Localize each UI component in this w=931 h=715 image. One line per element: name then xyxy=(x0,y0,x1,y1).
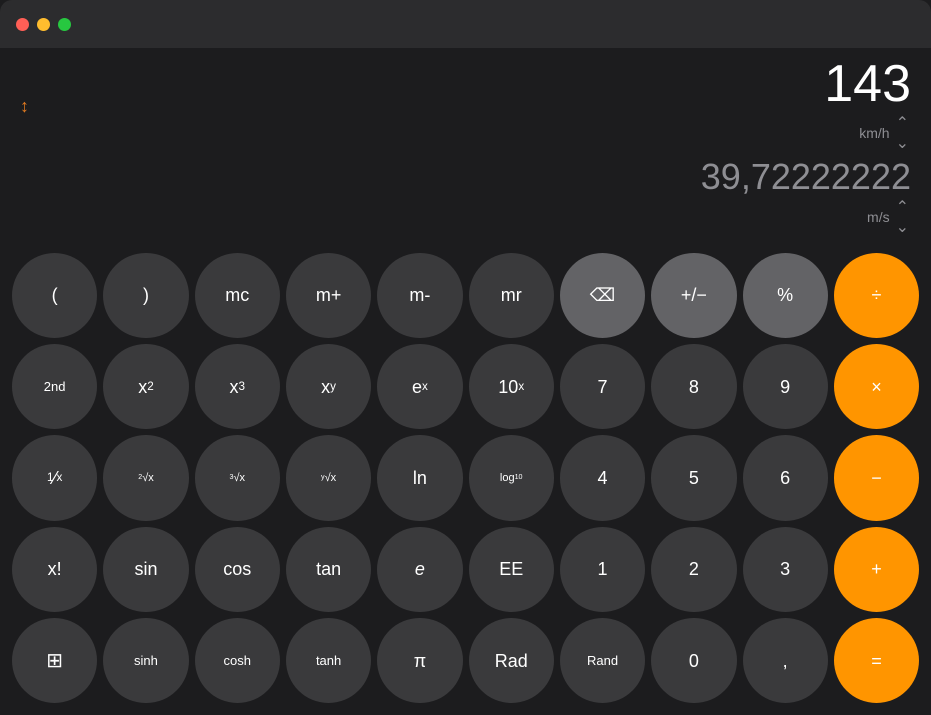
decimal-button[interactable]: , xyxy=(743,618,828,703)
open-paren-button[interactable]: ( xyxy=(12,253,97,338)
exp-e-button[interactable]: ex xyxy=(377,344,462,429)
maximize-button[interactable] xyxy=(58,18,71,31)
memory-subtract-button[interactable]: m- xyxy=(377,253,462,338)
primary-unit-stepper[interactable]: ⌃⌄ xyxy=(894,113,911,153)
log10-button[interactable]: log10 xyxy=(469,435,554,520)
square-button[interactable]: x2 xyxy=(103,344,188,429)
yroot-button[interactable]: y√x xyxy=(286,435,371,520)
exp-10-button[interactable]: 10x xyxy=(469,344,554,429)
minimize-button[interactable] xyxy=(37,18,50,31)
three-button[interactable]: 3 xyxy=(743,527,828,612)
multiply-button[interactable]: × xyxy=(834,344,919,429)
nine-button[interactable]: 9 xyxy=(743,344,828,429)
five-button[interactable]: 5 xyxy=(651,435,736,520)
converter-button[interactable]: ⊞ xyxy=(12,618,97,703)
memory-add-button[interactable]: m+ xyxy=(286,253,371,338)
sort-icon[interactable]: ↕ xyxy=(20,96,29,117)
tan-button[interactable]: tan xyxy=(286,527,371,612)
second-func-button[interactable]: 2nd xyxy=(12,344,97,429)
euler-button[interactable]: e xyxy=(377,527,462,612)
memory-recall-button[interactable]: mr xyxy=(469,253,554,338)
close-paren-button[interactable]: ) xyxy=(103,253,188,338)
secondary-value: 39,72222222 xyxy=(20,157,911,197)
factorial-button[interactable]: x! xyxy=(12,527,97,612)
primary-unit-label: km/h xyxy=(859,125,889,141)
reciprocal-button[interactable]: 1⁄x xyxy=(12,435,97,520)
two-button[interactable]: 2 xyxy=(651,527,736,612)
ee-button[interactable]: EE xyxy=(469,527,554,612)
ln-button[interactable]: ln xyxy=(377,435,462,520)
power-button[interactable]: xy xyxy=(286,344,371,429)
close-button[interactable] xyxy=(16,18,29,31)
six-button[interactable]: 6 xyxy=(743,435,828,520)
rand-button[interactable]: Rand xyxy=(560,618,645,703)
percent-button[interactable]: % xyxy=(743,253,828,338)
secondary-unit-stepper[interactable]: ⌃⌄ xyxy=(894,197,911,237)
cosh-button[interactable]: cosh xyxy=(195,618,280,703)
one-button[interactable]: 1 xyxy=(560,527,645,612)
divide-button[interactable]: ÷ xyxy=(834,253,919,338)
sin-button[interactable]: sin xyxy=(103,527,188,612)
cbrt-button[interactable]: 3√x xyxy=(195,435,280,520)
zero-button[interactable]: 0 xyxy=(651,618,736,703)
cos-button[interactable]: cos xyxy=(195,527,280,612)
eight-button[interactable]: 8 xyxy=(651,344,736,429)
equals-button[interactable]: = xyxy=(834,618,919,703)
rad-button[interactable]: Rad xyxy=(469,618,554,703)
pi-button[interactable]: π xyxy=(377,618,462,703)
memory-clear-button[interactable]: mc xyxy=(195,253,280,338)
cube-button[interactable]: x3 xyxy=(195,344,280,429)
four-button[interactable]: 4 xyxy=(560,435,645,520)
backspace-button[interactable]: ⌫ xyxy=(560,253,645,338)
sinh-button[interactable]: sinh xyxy=(103,618,188,703)
title-bar xyxy=(0,0,931,48)
seven-button[interactable]: 7 xyxy=(560,344,645,429)
plus-minus-button[interactable]: +/− xyxy=(651,253,736,338)
sqrt-button[interactable]: 2√x xyxy=(103,435,188,520)
add-button[interactable]: + xyxy=(834,527,919,612)
primary-value: 143 xyxy=(824,56,911,113)
secondary-unit-label: m/s xyxy=(867,209,890,225)
subtract-button[interactable]: − xyxy=(834,435,919,520)
tanh-button[interactable]: tanh xyxy=(286,618,371,703)
button-grid: ()mcm+m-mr⌫+/−%÷ 2ndx2x3xyex10x789× 1⁄x2√x… xyxy=(0,243,931,715)
